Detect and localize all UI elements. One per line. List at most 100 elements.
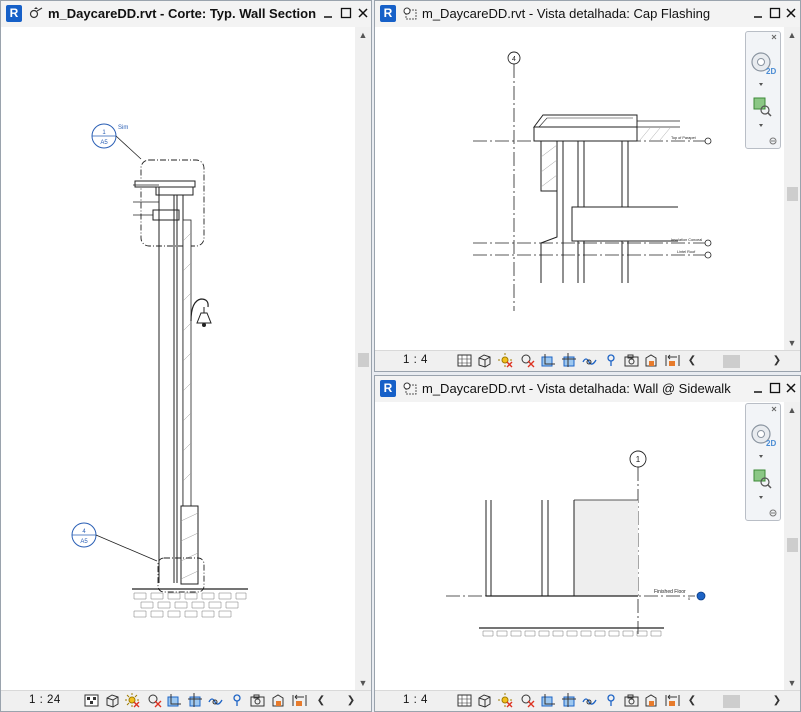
drawing-canvas[interactable]: 1 Finished Floor 0 2D [375, 402, 784, 691]
sun-path-icon[interactable] [125, 693, 140, 708]
design-options-icon[interactable] [644, 693, 659, 708]
section-view-icon [29, 7, 43, 19]
temporary-hide-icon[interactable] [582, 693, 597, 708]
view-scale[interactable]: 1 : 24 [29, 694, 61, 706]
crop-region-icon[interactable] [188, 693, 203, 708]
shadows-icon[interactable] [520, 353, 535, 368]
close-icon[interactable] [782, 379, 800, 397]
scroll-down-icon[interactable]: ▼ [357, 678, 369, 688]
callout-sheet: A5 [100, 140, 108, 146]
scroll-thumb[interactable] [358, 353, 369, 367]
close-icon[interactable] [354, 4, 372, 22]
wall-section-drawing: 1 A5 Sim 4 A5 [71, 123, 248, 618]
scroll-thumb[interactable] [723, 355, 740, 368]
shadows-icon[interactable] [147, 693, 162, 708]
vertical-scrollbar[interactable]: ▲ ▼ [784, 27, 800, 351]
zoom-region-icon[interactable] [753, 469, 772, 489]
3d-box-icon[interactable] [477, 693, 492, 708]
detail-level-icon[interactable] [84, 693, 99, 708]
crop-region-icon[interactable] [562, 693, 577, 708]
title-bar[interactable]: R m_DaycareDD.rvt - Vista detalhada: Wal… [375, 376, 800, 403]
section-callout-top[interactable]: 1 A5 Sim [91, 123, 142, 160]
scroll-up-icon[interactable]: ▲ [786, 405, 798, 415]
window-title: m_DaycareDD.rvt - Corte: Typ. Wall Secti… [48, 6, 317, 21]
wall-sidewalk-drawing: 1 Finished Floor 0 [446, 450, 706, 637]
detail-level-icon[interactable] [457, 353, 472, 368]
scroll-thumb[interactable] [723, 695, 740, 708]
scroll-left-icon[interactable]: ❮ [687, 694, 697, 708]
minimize-icon[interactable] [319, 4, 337, 22]
steering-wheel-icon[interactable]: 2D [751, 424, 776, 448]
3d-box-icon[interactable] [105, 693, 120, 708]
horizontal-scrollbar[interactable]: ❮ ❯ [687, 694, 782, 708]
section-callout-bottom[interactable]: 4 A5 [71, 522, 158, 562]
navigation-bar[interactable]: 2D [745, 403, 781, 521]
title-bar[interactable]: R m_DaycareDD.rvt - Corte: Typ. Wall Sec… [1, 1, 371, 28]
level-lintel-roof[interactable]: Lintel Roof [473, 250, 712, 259]
highlight-displacement-icon[interactable] [292, 693, 307, 708]
grid-bubble-label: 1 [636, 455, 641, 464]
maximize-icon[interactable] [337, 4, 355, 22]
minimize-icon[interactable] [749, 4, 767, 22]
temporary-hide-icon[interactable] [582, 353, 597, 368]
scroll-right-icon[interactable]: ❯ [772, 354, 782, 368]
worksharing-icon[interactable] [250, 693, 265, 708]
callout-number: 1 [102, 130, 106, 136]
detail-view-icon [403, 7, 417, 20]
light-fixture [190, 298, 212, 327]
view-scale[interactable]: 1 : 4 [403, 694, 428, 706]
scroll-down-icon[interactable]: ▼ [786, 338, 798, 348]
earth-hatch [133, 592, 247, 618]
crop-view-icon[interactable] [541, 353, 556, 368]
crop-view-icon[interactable] [541, 693, 556, 708]
detail-level-icon[interactable] [457, 693, 472, 708]
view-scale[interactable]: 1 : 4 [403, 354, 428, 366]
3d-box-icon[interactable] [477, 353, 492, 368]
scroll-up-icon[interactable]: ▲ [786, 30, 798, 40]
scroll-right-icon[interactable]: ❯ [772, 694, 782, 708]
view-control-bar: 1 : 24 ❮ ❯ [1, 690, 371, 711]
grid-line-4[interactable]: 4 [507, 51, 521, 311]
reveal-hidden-icon[interactable] [604, 353, 619, 368]
scroll-thumb[interactable] [787, 538, 798, 552]
worksharing-icon[interactable] [624, 693, 639, 708]
vertical-scrollbar[interactable]: ▲ ▼ [355, 27, 371, 691]
level-label: Insulation Conceal [671, 238, 702, 242]
scroll-down-icon[interactable]: ▼ [786, 678, 798, 688]
scroll-right-icon[interactable]: ❯ [346, 694, 356, 708]
window-wall-sidewalk[interactable]: R m_DaycareDD.rvt - Vista detalhada: Wal… [374, 375, 801, 712]
title-bar[interactable]: R m_DaycareDD.rvt - Vista detalhada: Cap… [375, 1, 800, 28]
drawing-canvas[interactable]: 4 Top of Parapet Insulation Conceal Lint… [375, 27, 784, 351]
level-value: 0 [688, 596, 691, 601]
zoom-region-icon[interactable] [753, 97, 772, 117]
reveal-hidden-icon[interactable] [230, 693, 245, 708]
crop-region-icon[interactable] [562, 353, 577, 368]
window-cap-flashing[interactable]: R m_DaycareDD.rvt - Vista detalhada: Cap… [374, 0, 801, 372]
vertical-scrollbar[interactable]: ▲ ▼ [784, 402, 800, 691]
window-title: m_DaycareDD.rvt - Vista detalhada: Wall … [422, 381, 731, 396]
scroll-thumb[interactable] [787, 187, 798, 201]
crop-view-icon[interactable] [167, 693, 182, 708]
highlight-displacement-icon[interactable] [665, 693, 680, 708]
sun-path-icon[interactable] [498, 693, 513, 708]
navigation-bar[interactable]: 2D [745, 31, 781, 149]
horizontal-scrollbar[interactable]: ❮ ❯ [687, 354, 782, 368]
design-options-icon[interactable] [271, 693, 286, 708]
horizontal-scrollbar[interactable]: ❮ ❯ [316, 694, 356, 708]
temporary-hide-icon[interactable] [208, 693, 223, 708]
shadows-icon[interactable] [520, 693, 535, 708]
reveal-hidden-icon[interactable] [604, 693, 619, 708]
level-label: Finished Floor [654, 589, 686, 595]
drawing-canvas[interactable]: 1 A5 Sim 4 A5 [1, 27, 355, 691]
scroll-up-icon[interactable]: ▲ [357, 30, 369, 40]
scroll-left-icon[interactable]: ❮ [687, 354, 697, 368]
steering-wheel-icon[interactable]: 2D [751, 52, 776, 76]
sun-path-icon[interactable] [498, 353, 513, 368]
design-options-icon[interactable] [644, 353, 659, 368]
window-wall-section[interactable]: R m_DaycareDD.rvt - Corte: Typ. Wall Sec… [0, 0, 372, 712]
highlight-displacement-icon[interactable] [665, 353, 680, 368]
minimize-icon[interactable] [749, 379, 767, 397]
scroll-left-icon[interactable]: ❮ [316, 694, 326, 708]
close-icon[interactable] [782, 4, 800, 22]
worksharing-icon[interactable] [624, 353, 639, 368]
